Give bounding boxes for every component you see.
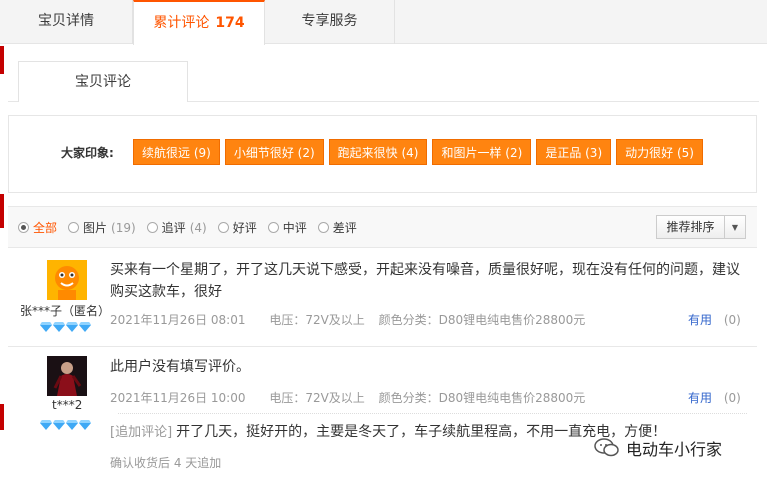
impressions-label: 大家印象: <box>61 146 114 160</box>
watermark: 电动车小行家 <box>594 436 722 460</box>
tab-label: 专享服务 <box>301 13 358 29</box>
diamond-icon <box>66 322 78 332</box>
reviewer-level <box>40 420 91 430</box>
filter-neutral[interactable]: 中评 <box>267 219 307 236</box>
left-accent-mark <box>0 404 4 430</box>
sort-dropdown[interactable]: 推荐排序 ▼ <box>656 215 746 239</box>
radio-icon[interactable] <box>267 222 279 233</box>
filter-negative[interactable]: 差评 <box>317 219 357 236</box>
append-text: 开了几天，挺好开的，主要是冬天了，车子续航里程高，不用一直充电，方便！ <box>176 424 667 440</box>
filter-label: 图片 <box>83 221 108 235</box>
tab-label: 累计评论 <box>153 15 210 31</box>
reviewer-name: t***2 <box>52 398 83 412</box>
tab-reviews[interactable]: 累计评论 174 <box>133 0 265 45</box>
diamond-icon <box>40 322 52 332</box>
review-divider <box>8 346 757 347</box>
radio-icon[interactable] <box>317 222 329 233</box>
useful-button[interactable]: 有用 (0) <box>688 311 741 328</box>
tab-services[interactable]: 专享服务 <box>265 0 395 44</box>
diamond-icon <box>40 420 52 430</box>
impression-tag[interactable]: 动力很好 (5) <box>616 139 703 165</box>
wechat-icon <box>594 438 619 457</box>
filter-label: 追评 <box>161 221 186 235</box>
useful-button[interactable]: 有用 (0) <box>688 389 741 406</box>
reviewer-level <box>40 322 91 332</box>
impression-tag[interactable]: 续航很远 (9) <box>133 139 220 165</box>
left-accent-mark <box>0 46 4 74</box>
left-accent-mark <box>0 194 4 228</box>
caret-down-icon: ▼ <box>731 222 739 232</box>
filter-options: 全部 图片 (19) 追评 (4) 好评 中评 差评 <box>18 219 368 236</box>
impression-tag[interactable]: 是正品 (3) <box>536 139 612 165</box>
subtab-item-reviews[interactable]: 宝贝评论 <box>18 61 188 102</box>
radio-icon[interactable] <box>18 222 29 233</box>
sort-label: 推荐排序 <box>657 216 725 238</box>
filter-pictures[interactable]: 图片 (19) <box>68 219 136 236</box>
review-meta: 2021年11月26日 10:00 电压：72V及以上 颜色分类：D80锂电纯电… <box>110 389 585 406</box>
review-count: 174 <box>215 15 245 31</box>
filter-all[interactable]: 全部 <box>18 219 57 236</box>
impressions-panel: 大家印象: 续航很远 (9) 小细节很好 (2) 跑起来很快 (4) 和图片一样… <box>8 115 757 193</box>
review-date: 2021年11月26日 08:01 <box>110 313 246 327</box>
review-text: 买来有一个星期了，开了这几天说下感受，开起来没有噪音，质量很好呢，现在没有任何的… <box>110 262 740 300</box>
useful-label[interactable]: 有用 <box>688 391 712 405</box>
impression-tag[interactable]: 跑起来很快 (4) <box>328 139 428 165</box>
append-note: 确认收货后 4 天追加 <box>110 456 222 470</box>
radio-icon[interactable] <box>146 222 158 233</box>
radio-icon[interactable] <box>217 222 229 233</box>
user-avatar <box>47 260 87 300</box>
review-text: 此用户没有填写评价。 <box>110 359 250 375</box>
useful-label[interactable]: 有用 <box>688 313 712 327</box>
filter-label: 中评 <box>282 221 307 235</box>
review-sku-color: 颜色分类：D80锂电纯电售价28800元 <box>378 313 586 327</box>
useful-count: (0) <box>723 313 741 327</box>
review-sku-voltage: 电压：72V及以上 <box>269 313 365 327</box>
impression-tags: 续航很远 (9) 小细节很好 (2) 跑起来很快 (4) 和图片一样 (2) 是… <box>133 139 703 165</box>
review-sku-color: 颜色分类：D80锂电纯电售价28800元 <box>378 391 586 405</box>
filter-followup[interactable]: 追评 (4) <box>146 219 207 236</box>
watermark-text: 电动车小行家 <box>626 440 723 459</box>
user-avatar <box>47 356 87 396</box>
diamond-icon <box>79 322 91 332</box>
review-filter-bar: 全部 图片 (19) 追评 (4) 好评 中评 差评 推荐排序 ▼ <box>8 206 757 248</box>
impression-tag[interactable]: 小细节很好 (2) <box>224 139 324 165</box>
tab-label: 宝贝详情 <box>38 13 94 29</box>
impression-tag[interactable]: 和图片一样 (2) <box>432 139 532 165</box>
review-date: 2021年11月26日 10:00 <box>110 391 246 405</box>
append-tag: [追加评论] <box>110 425 173 440</box>
append-divider <box>118 413 747 414</box>
diamond-icon <box>53 322 65 332</box>
filter-count: (19) <box>111 220 136 235</box>
filter-label: 好评 <box>232 221 257 235</box>
radio-icon[interactable] <box>68 222 80 233</box>
filter-label: 全部 <box>33 221 58 235</box>
diamond-icon <box>53 420 65 430</box>
tab-item-details[interactable]: 宝贝详情 <box>0 0 133 44</box>
filter-label: 差评 <box>332 221 357 235</box>
top-tab-bar: 宝贝详情 累计评论 174 专享服务 <box>0 0 767 45</box>
useful-count: (0) <box>723 391 741 405</box>
subtab-label: 宝贝评论 <box>75 74 131 90</box>
review-sku-voltage: 电压：72V及以上 <box>269 391 365 405</box>
reviewer-name: 张***子（匿名） <box>20 304 111 318</box>
filter-positive[interactable]: 好评 <box>217 219 257 236</box>
filter-count: (4) <box>189 220 207 235</box>
diamond-icon <box>66 420 78 430</box>
review-meta: 2021年11月26日 08:01 电压：72V及以上 颜色分类：D80锂电纯电… <box>110 311 585 328</box>
diamond-icon <box>79 420 91 430</box>
